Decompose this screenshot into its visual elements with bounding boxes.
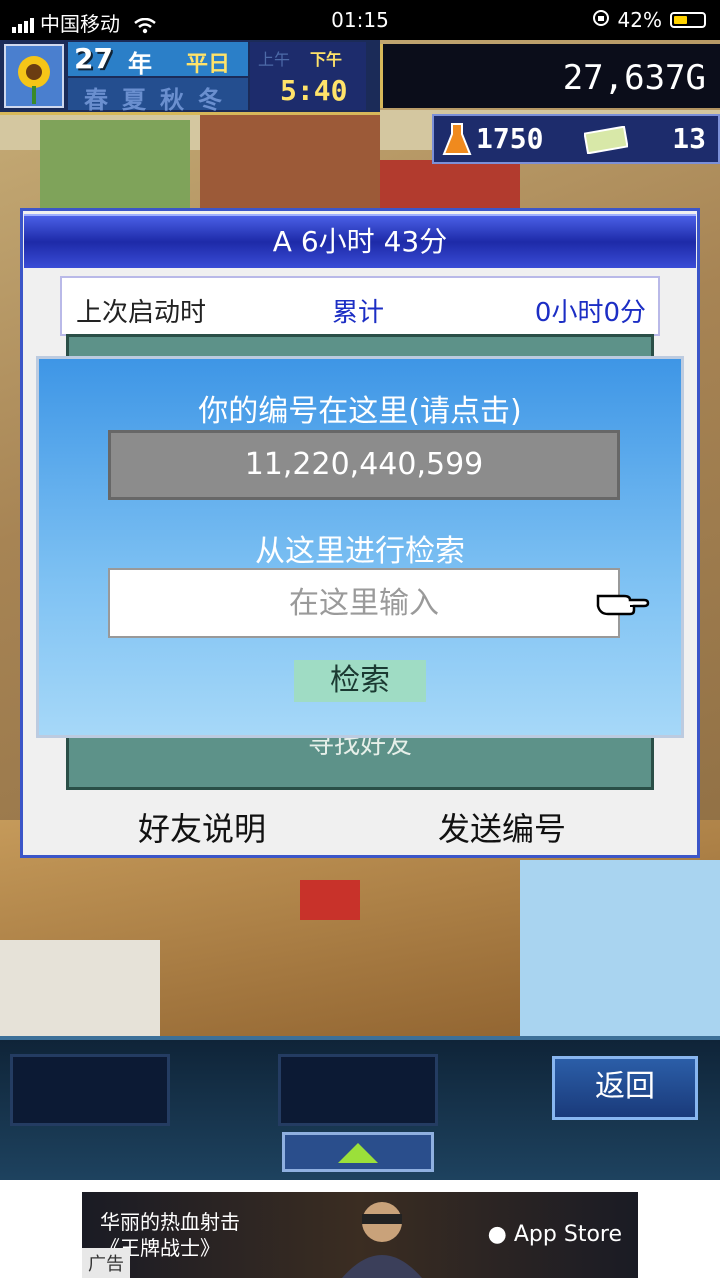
pm-label: 下午 <box>310 50 343 69</box>
app-store-text: App Store <box>513 1222 622 1247</box>
total-label: 累计 <box>332 298 385 328</box>
seasons-text: 春夏秋冬 <box>84 86 236 114</box>
sunflower-icon <box>4 44 64 108</box>
clock-time: 5:40 <box>280 74 348 107</box>
gold-amount: 27,637G <box>380 44 720 108</box>
clock-panel: 上午 下午 5:40 <box>250 42 366 110</box>
ad-banner[interactable]: 华丽的热血射击 《王牌战士》 ● App Store 广告 <box>82 1192 638 1278</box>
search-button[interactable]: 检索 <box>294 660 426 702</box>
last-launch-label: 上次启动时 <box>76 298 207 328</box>
rotation-lock-icon <box>592 8 610 32</box>
apple-icon: ● <box>487 1222 507 1247</box>
status-right: 42% <box>592 8 706 32</box>
battery-percent: 42% <box>617 8 662 32</box>
friend-explanation-button[interactable]: 好友说明 <box>138 804 266 850</box>
weekday-label: 平日 <box>186 52 231 77</box>
panel-title: A 6小时 43分 <box>24 214 696 268</box>
season-indicator: 春夏秋冬 <box>68 78 248 114</box>
resource-bar: 1750 13 <box>432 114 720 164</box>
am-label: 上午 <box>258 50 291 69</box>
pointing-hand-icon <box>594 582 650 622</box>
toolbar-slot-left[interactable] <box>10 1054 170 1126</box>
search-input[interactable] <box>108 568 620 638</box>
search-label: 从这里进行检索 <box>255 534 465 569</box>
send-id-button[interactable]: 发送编号 <box>438 804 566 850</box>
ad-character-image <box>312 1192 442 1278</box>
toolbar-slot-center[interactable] <box>278 1054 438 1126</box>
your-id-box[interactable]: 11,220,440,599 <box>108 430 620 500</box>
ad-tag: 广告 <box>82 1248 130 1278</box>
expand-menu-button[interactable] <box>282 1132 434 1172</box>
status-bar: 中国移动 01:15 42% <box>0 0 720 40</box>
total-value: 0小时0分 <box>534 298 646 328</box>
back-button[interactable]: 返回 <box>552 1056 698 1120</box>
flask-icon <box>442 122 472 163</box>
year-unit: 年 <box>128 50 152 78</box>
panel-footer: 好友说明 发送编号 <box>24 800 696 850</box>
battery-icon <box>670 12 706 28</box>
ticket-icon <box>583 125 629 161</box>
date-display: 27 年 平日 <box>68 42 248 78</box>
up-arrow-icon <box>338 1143 378 1163</box>
ad-headline: 华丽的热血射击 <box>100 1210 240 1234</box>
research-points: 1750 <box>476 122 544 155</box>
ticket-count: 13 <box>672 122 706 155</box>
app-store-label: ● App Store <box>488 1222 622 1247</box>
year-number: 27 <box>74 42 113 75</box>
play-time-row: 上次启动时 累计 0小时0分 <box>60 276 660 336</box>
your-id-label: 你的编号在这里(请点击) <box>198 394 522 429</box>
